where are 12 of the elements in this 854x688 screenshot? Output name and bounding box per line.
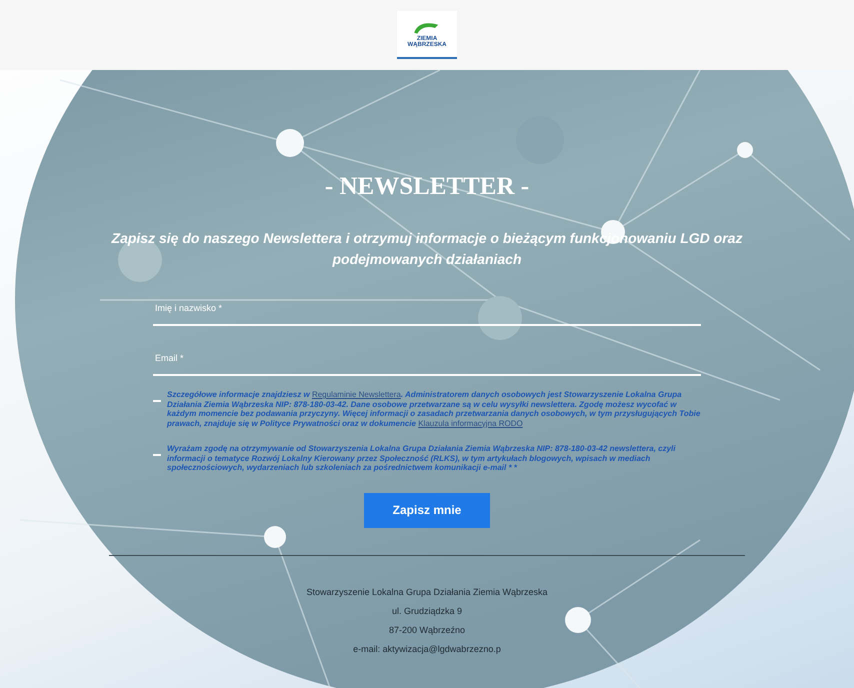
consent-text: Wyrażam zgodę na otrzymywanie od Stowarzyszenia Lokalna Grupa Działania Ziemia Wąbrzeska NIP: 878-180-03-42 newslettera, czyli informacji o tematyce Rozwój Lokalny Kierowany przez Społeczność (RLKS), w tym artykułach blogowych, wpisach w mediach społecznościowych, wydarzeniach lub szkoleniach za pośrednictwem komunikacji e-mail * * [167, 444, 676, 472]
input-field[interactable]: Imię i nazwisko * [153, 300, 701, 326]
section-title: - NEWSLETTER - [324, 173, 530, 201]
footer-text: e-mail: aktywizacja@lgdwabrzezno.p [353, 642, 501, 656]
consent-text: Szczegółowe informacje znajdziesz w Regulaminie Newslettera. Administratorem danych osobowych jest Stowarzyszenie Lokalna Grupa Działania Ziemia Wąbrzeska NIP: 878-180-03-42. Dane osobowe przetwarzane są w celu wysyłki newslettera. Zgodę możesz wycofać w każdym momencie bez podawania przyczyny. Więcej informacji o zasadach przetwarzania danych osobowych, w tym przysługujących Tobie prawach, znajduje się w Polityce Prywatności oraz w dokumencie Klauzula informacyjna RODO [167, 390, 701, 428]
input-field[interactable]: Email * [153, 350, 701, 376]
footer-text: 87-200 Wąbrzeźno [388, 624, 466, 636]
text-link[interactable]: Klauzula informacyjna RODO [418, 418, 523, 428]
footer-text: Stowarzyszenie Lokalna Grupa Działania Ziemia Wąbrzeska [306, 586, 548, 598]
text-link[interactable]: Regulaminie Newslettera [312, 390, 401, 399]
subscribe-button[interactable]: Zapisz mnie [364, 492, 490, 528]
footer-text: ul. Grudziądzka 9 [392, 604, 462, 618]
